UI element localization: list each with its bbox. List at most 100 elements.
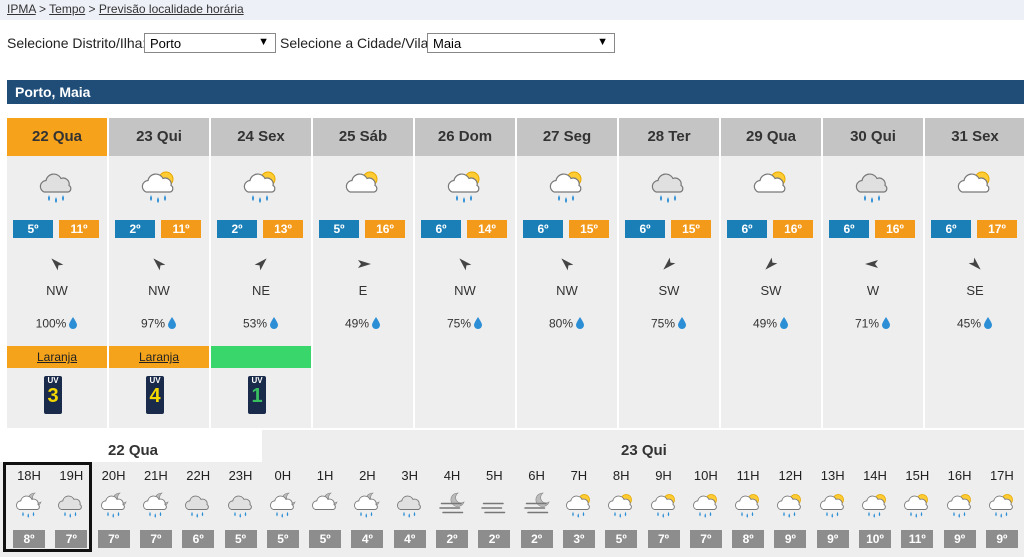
sun-rain-cloud-icon: [902, 490, 932, 518]
day-header[interactable]: 26 Dom: [415, 118, 515, 156]
hour-column[interactable]: 7H 3º: [559, 466, 599, 552]
day-column[interactable]: 28 Ter 6º 15º SW 75%: [619, 118, 719, 428]
wind-direction: NW: [556, 283, 578, 298]
precip-value: 45%: [956, 316, 982, 331]
hour-label: 15H: [905, 468, 930, 483]
wind-direction: SE: [966, 283, 984, 298]
day-column[interactable]: 26 Dom 6º 14º NW 75%: [415, 118, 515, 428]
hour-label: 23H: [228, 468, 253, 483]
hour-column[interactable]: 12H 9º: [770, 466, 810, 552]
hour-temp: 10º: [859, 530, 891, 548]
day-header[interactable]: 24 Sex: [211, 118, 311, 156]
precip-probability: 100%: [7, 316, 107, 333]
raindrop-icon: [881, 316, 891, 333]
day-column[interactable]: 23 Qui 2º 11º NW 97% Laranja UV 4: [109, 118, 209, 428]
day-header[interactable]: 23 Qui: [109, 118, 209, 156]
warning-badge[interactable]: Laranja: [7, 346, 107, 368]
hour-column[interactable]: 23H 5º: [221, 466, 261, 552]
breadcrumb-sep: >: [88, 2, 96, 16]
hour-label: 21H: [143, 468, 168, 483]
day-column[interactable]: 29 Qua 6º 16º SW 49%: [721, 118, 821, 428]
location-title: Porto, Maia: [7, 80, 1024, 104]
breadcrumb-sep: >: [39, 2, 47, 16]
hour-column[interactable]: 9H 7º: [644, 466, 684, 552]
day-header[interactable]: 25 Sáb: [313, 118, 413, 156]
breadcrumb-previsao[interactable]: Previsão localidade horária: [99, 2, 244, 16]
hour-label: 12H: [778, 468, 803, 483]
city-select-value: Maia: [433, 36, 462, 51]
hour-column[interactable]: 15H 11º: [897, 466, 937, 552]
precip-value: 71%: [854, 316, 880, 331]
max-temp: 16º: [365, 220, 405, 238]
wind-direction: SW: [658, 283, 680, 298]
wind-direction: NW: [148, 283, 170, 298]
hour-column[interactable]: 11H 8º: [728, 466, 768, 552]
sun-cloud-icon: [751, 166, 791, 206]
hour-column[interactable]: 14H 10º: [855, 466, 895, 552]
min-temp: 2º: [115, 220, 155, 238]
hour-label: 17H: [989, 468, 1014, 483]
day-column[interactable]: 22 Qua 5º 11º NW 100% Laranja UV 3: [7, 118, 107, 428]
day-header[interactable]: 29 Qua: [721, 118, 821, 156]
day-column[interactable]: 30 Qui 6º 16º W 71%: [823, 118, 923, 428]
sun-cloud-icon: [343, 166, 383, 206]
day-header[interactable]: 28 Ter: [619, 118, 719, 156]
hour-temp: 7º: [647, 530, 680, 548]
raindrop-icon: [677, 316, 687, 333]
precip-value: 100%: [35, 316, 67, 331]
hour-column[interactable]: 16H 9º: [940, 466, 980, 552]
breadcrumb: IPMA > Tempo > Previsão localidade horár…: [7, 2, 244, 16]
hour-column[interactable]: 21H 7º: [136, 466, 176, 552]
hour-label: 4H: [443, 468, 461, 483]
day-header[interactable]: 30 Qui: [823, 118, 923, 156]
hour-column[interactable]: 6H 2º: [517, 466, 557, 552]
wind-arrow-icon: [761, 254, 781, 274]
breadcrumb-ipma[interactable]: IPMA: [7, 2, 36, 16]
sun-rain-cloud-icon: [241, 166, 281, 206]
wind-direction: NW: [46, 283, 68, 298]
day-column[interactable]: 24 Sex 2º 13º NE 53% UV 1: [211, 118, 311, 428]
moon-fog-icon: [437, 490, 467, 518]
district-select[interactable]: Porto ▼: [144, 33, 276, 53]
hour-column[interactable]: 3H 4º: [390, 466, 430, 552]
hour-column[interactable]: 17H 9º: [982, 466, 1022, 552]
hour-column[interactable]: 8H 5º: [601, 466, 641, 552]
hour-temp: 5º: [224, 530, 257, 548]
day-column[interactable]: 31 Sex 6º 17º SE 45%: [925, 118, 1024, 428]
rain-cloud-icon: [183, 490, 213, 518]
max-temp: 15º: [569, 220, 609, 238]
city-select[interactable]: Maia ▼: [427, 33, 615, 53]
precip-probability: 49%: [313, 316, 413, 333]
max-temp: 11º: [59, 220, 99, 238]
day-header[interactable]: 31 Sex: [925, 118, 1024, 156]
warning-badge[interactable]: Laranja: [109, 346, 209, 368]
day-header[interactable]: 22 Qua: [7, 118, 107, 156]
hour-column[interactable]: 10H 7º: [686, 466, 726, 552]
day-column[interactable]: 27 Seg 6º 15º NW 80%: [517, 118, 617, 428]
fog-icon: [479, 490, 509, 518]
hour-temp: 4º: [351, 530, 384, 548]
district-label: Selecione Distrito/Ilha:: [7, 35, 147, 51]
rain-cloud-icon: [395, 490, 425, 518]
min-temp: 6º: [523, 220, 563, 238]
day-column[interactable]: 25 Sáb 5º 16º E 49%: [313, 118, 413, 428]
raindrop-icon: [779, 316, 789, 333]
hour-temp: 2º: [436, 530, 468, 548]
rain-cloud-icon: [37, 166, 77, 206]
hour-column[interactable]: 2H 4º: [347, 466, 387, 552]
hour-label: 5H: [485, 468, 503, 483]
hour-column[interactable]: 20H 7º: [94, 466, 134, 552]
hour-column[interactable]: 1H 5º: [305, 466, 345, 552]
raindrop-icon: [68, 316, 78, 333]
uv-value: 4: [149, 385, 161, 407]
hour-column[interactable]: 4H 2º: [432, 466, 472, 552]
hour-column[interactable]: 22H 6º: [178, 466, 218, 552]
day-header[interactable]: 27 Seg: [517, 118, 617, 156]
breadcrumb-tempo[interactable]: Tempo: [49, 2, 85, 16]
precip-value: 80%: [548, 316, 574, 331]
hour-column[interactable]: 5H 2º: [474, 466, 514, 552]
hour-column[interactable]: 0H 5º: [263, 466, 303, 552]
hour-column[interactable]: 13H 9º: [813, 466, 853, 552]
moon-rain-cloud-icon: [99, 490, 129, 518]
precip-value: 53%: [242, 316, 268, 331]
